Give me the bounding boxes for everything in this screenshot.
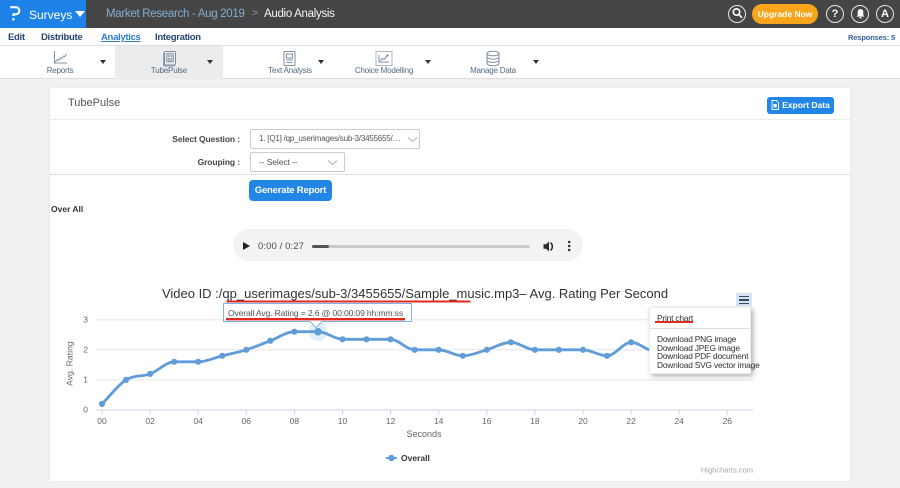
svg-text:02: 02 [145,416,155,426]
svg-text:1: 1 [83,375,88,385]
svg-text:26: 26 [723,416,733,426]
svg-text:Overall Avg. Rating = 2.6 @ 00: Overall Avg. Rating = 2.6 @ 00:00:09 hh:… [228,308,403,318]
svg-text:Video ID :/qp_userimages/sub-3: Video ID :/qp_userimages/sub-3/3455655/S… [162,286,668,301]
svg-text:Highcharts.com: Highcharts.com [701,466,753,475]
svg-text:06: 06 [242,416,252,426]
svg-text:14: 14 [434,416,444,426]
svg-text:12: 12 [386,416,396,426]
svg-text:10: 10 [338,416,348,426]
svg-text:24: 24 [674,416,684,426]
svg-text:18: 18 [530,416,540,426]
svg-text:2: 2 [83,344,88,354]
svg-text:Seconds: Seconds [406,429,442,439]
svg-text:16: 16 [482,416,492,426]
svg-text:04: 04 [193,416,203,426]
svg-text:00: 00 [97,416,107,426]
svg-text:22: 22 [626,416,636,426]
svg-text:0: 0 [83,405,88,415]
svg-text:3: 3 [83,314,88,324]
svg-text:20: 20 [578,416,588,426]
svg-text:08: 08 [290,416,300,426]
svg-text:Overall: Overall [401,453,430,463]
svg-text:Avg. Rating: Avg. Rating [65,341,75,386]
